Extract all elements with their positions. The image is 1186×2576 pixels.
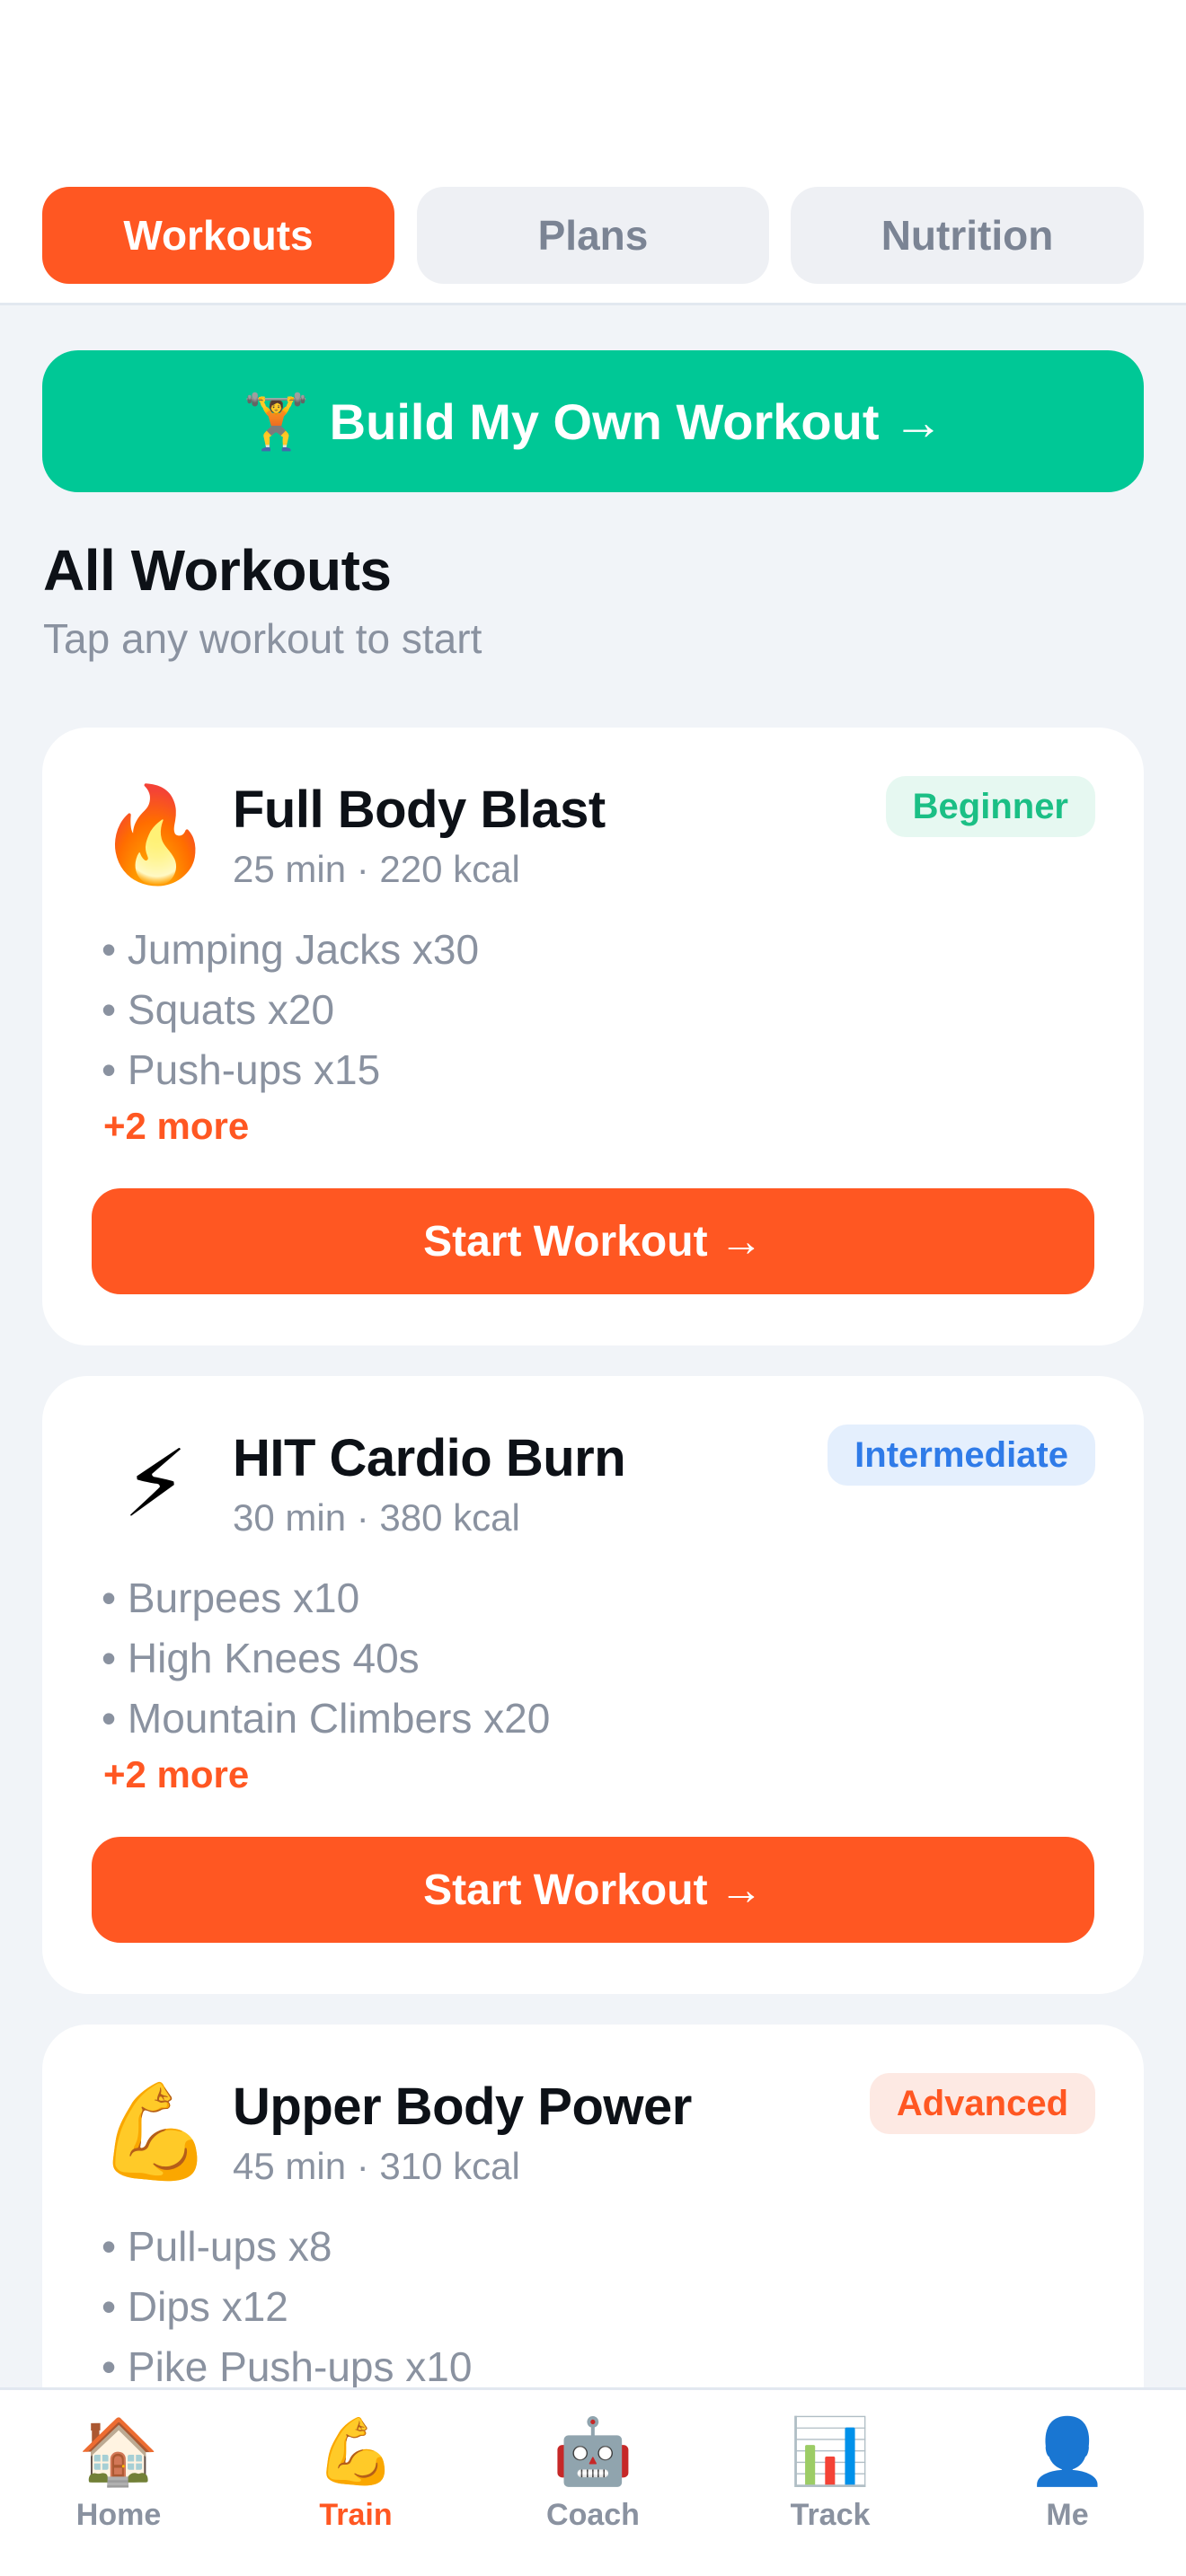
build-my-own-workout-button[interactable]: 🏋️ Build My Own Workout → xyxy=(42,350,1144,492)
level-badge: Beginner xyxy=(885,776,1095,837)
house-icon: 🏠 xyxy=(78,2416,159,2488)
tab-workouts[interactable]: Workouts xyxy=(42,187,394,284)
exercise-list: • Pull-ups x8 • Dips x12 • Pike Push-ups… xyxy=(102,2217,472,2397)
exercise-item: • Jumping Jacks x30 xyxy=(102,926,480,973)
level-badge: Intermediate xyxy=(828,1425,1095,1486)
section-title: All Workouts xyxy=(43,538,392,603)
workout-title: Full Body Blast xyxy=(233,781,606,839)
flexed-bicep-icon: 💪 xyxy=(97,2079,214,2184)
bottom-navigation: 🏠 Home 💪 Train 🤖 Coach 📊 Track 👤 Me xyxy=(0,2387,1186,2576)
exercise-item: • Squats x20 xyxy=(102,986,335,1033)
flexed-bicep-icon: 💪 xyxy=(315,2416,396,2488)
nav-track[interactable]: 📊 Track xyxy=(740,2412,920,2555)
exercise-item: • Pull-ups x8 xyxy=(102,2223,332,2270)
exercise-item: • Dips x12 xyxy=(102,2283,288,2330)
nav-home[interactable]: 🏠 Home xyxy=(29,2412,208,2555)
more-exercises-link[interactable]: +2 more xyxy=(103,1105,249,1148)
workout-meta: 25 min · 220 kcal xyxy=(233,848,520,890)
exercise-item: • Mountain Climbers x20 xyxy=(102,1695,551,1742)
bar-chart-icon: 📊 xyxy=(790,2416,871,2488)
exercise-item: • Burpees x10 xyxy=(102,1575,360,1621)
exercise-item: • High Knees 40s xyxy=(102,1635,420,1681)
workout-card-hit-cardio-burn[interactable]: ⚡ HIT Cardio Burn 30 min · 380 kcal Inte… xyxy=(42,1376,1144,1994)
fire-icon: 🔥 xyxy=(97,782,214,887)
nav-label: Home xyxy=(75,2498,162,2532)
nav-label: Train xyxy=(319,2498,393,2532)
workout-title: HIT Cardio Burn xyxy=(233,1429,626,1487)
top-tab-bar: Workouts Plans Nutrition xyxy=(0,0,1186,305)
start-workout-button[interactable]: Start Workout → xyxy=(92,1837,1094,1943)
train-screen: Workouts Plans Nutrition 🏋️ Build My Own… xyxy=(0,0,1186,2576)
person-icon: 👤 xyxy=(1027,2416,1108,2488)
nav-label: Coach xyxy=(546,2498,640,2532)
robot-icon: 🤖 xyxy=(553,2416,633,2488)
weightlifter-icon: 🏋️ xyxy=(242,391,310,452)
exercise-list: • Burpees x10 • High Knees 40s • Mountai… xyxy=(102,1568,550,1749)
workout-meta: 30 min · 380 kcal xyxy=(233,1496,520,1539)
workout-card-full-body-blast[interactable]: 🔥 Full Body Blast 25 min · 220 kcal Begi… xyxy=(42,728,1144,1345)
nav-label: Track xyxy=(790,2498,871,2532)
lightning-icon: ⚡ xyxy=(122,1433,189,1537)
workout-title: Upper Body Power xyxy=(233,2078,692,2136)
exercise-list: • Jumping Jacks x30 • Squats x20 • Push-… xyxy=(102,920,479,1100)
tab-plans[interactable]: Plans xyxy=(417,187,769,284)
nav-train[interactable]: 💪 Train xyxy=(266,2412,446,2555)
more-exercises-link[interactable]: +2 more xyxy=(103,1753,249,1796)
exercise-item: • Push-ups x15 xyxy=(102,1046,381,1093)
nav-label: Me xyxy=(1046,2498,1089,2532)
tab-nutrition[interactable]: Nutrition xyxy=(791,187,1144,284)
nav-coach[interactable]: 🤖 Coach xyxy=(503,2412,683,2555)
start-workout-button[interactable]: Start Workout → xyxy=(92,1188,1094,1294)
section-subtitle: Tap any workout to start xyxy=(43,615,482,662)
nav-me[interactable]: 👤 Me xyxy=(978,2412,1157,2555)
level-badge: Advanced xyxy=(869,2073,1095,2134)
build-button-label: Build My Own Workout → xyxy=(329,393,944,450)
workout-meta: 45 min · 310 kcal xyxy=(233,2145,520,2187)
